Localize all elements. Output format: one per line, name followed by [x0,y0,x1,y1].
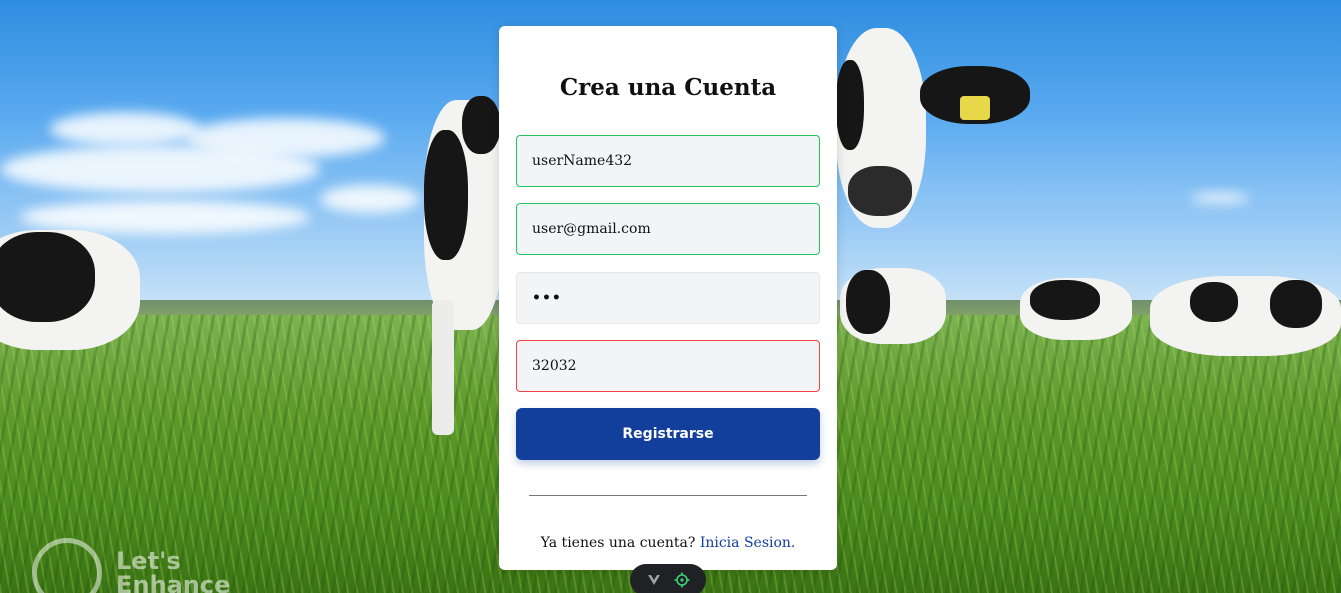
login-prompt-text: Ya tienes una cuenta? [540,535,696,551]
cow-spot [462,96,500,154]
email-input[interactable] [516,203,820,255]
cloud [0,145,320,193]
cow-spot [1190,282,1238,322]
cow-nose [848,166,912,216]
page-title: Crea una Cuenta [559,74,777,101]
crosshair-icon[interactable] [673,571,691,589]
watermark-logo-icon [32,538,102,593]
cow-spot [0,232,95,322]
watermark-line2: Enhance [116,571,231,593]
cow-spot [1270,280,1322,328]
cloud [50,112,200,146]
cow-leg [432,300,454,435]
cow-spot [1030,280,1100,320]
cloud [20,200,310,234]
dev-toolbar [630,564,706,593]
cloud [320,185,420,213]
code-input[interactable] [516,340,820,392]
cow-spot [424,130,468,260]
username-input[interactable] [516,135,820,187]
password-input[interactable] [516,272,820,324]
register-button[interactable]: Registrarse [516,408,820,460]
cloud [1190,193,1250,203]
ear-tag-icon [960,96,990,120]
watermark-line1: Let's [116,547,181,575]
watermark: Let's Enhance [32,538,230,593]
register-card: Crea una Cuenta Registrarse Ya tienes un… [499,26,837,570]
login-link[interactable]: Inicia Sesion. [700,535,796,551]
login-prompt: Ya tienes una cuenta? Inicia Sesion. [499,535,837,551]
watermark-text: Let's Enhance [116,549,230,593]
cow-spot [846,270,890,334]
divider [529,495,807,496]
cow-spot [836,60,864,150]
vite-logo-icon[interactable] [645,571,663,589]
